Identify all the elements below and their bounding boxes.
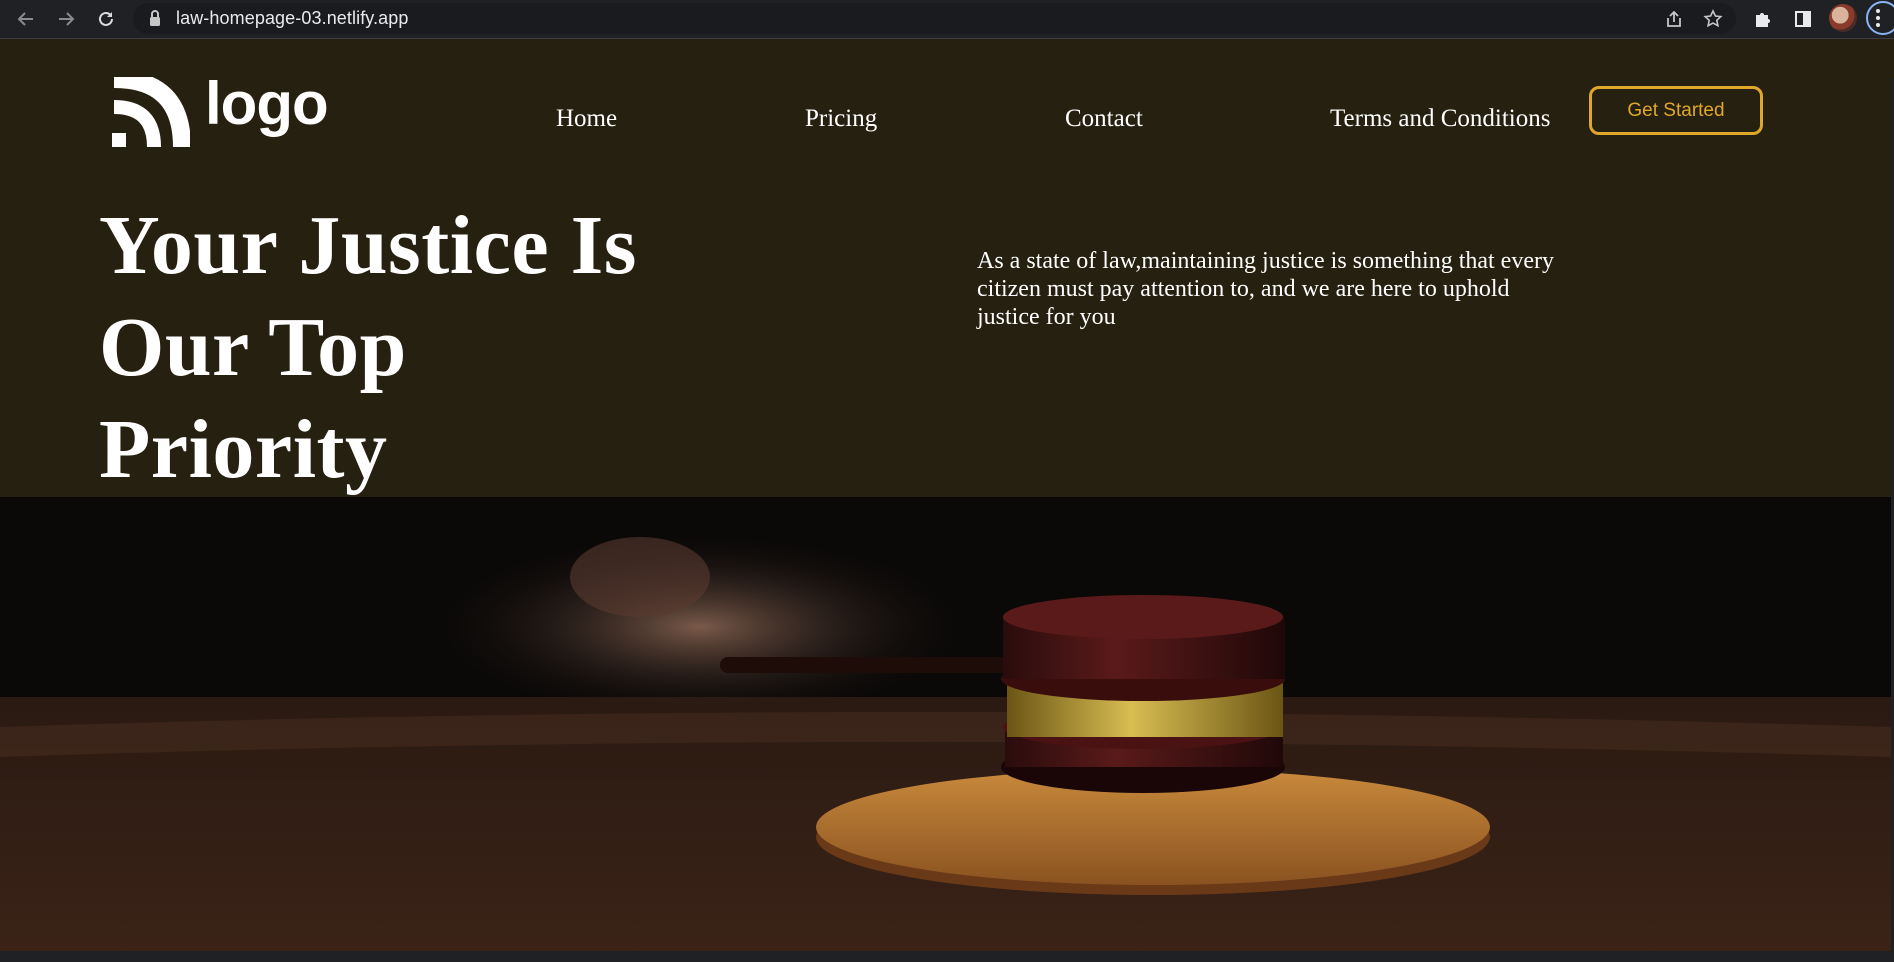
taskbar-edge (0, 951, 1894, 962)
signal-logo-icon (112, 77, 190, 148)
share-icon[interactable] (1659, 4, 1689, 34)
browser-toolbar: law-homepage-03.netlify.app (0, 0, 1894, 39)
site-logo[interactable]: logo (110, 70, 330, 153)
url-text[interactable]: law-homepage-03.netlify.app (176, 8, 409, 29)
bookmark-star-icon[interactable] (1698, 4, 1728, 34)
logo-text: logo (205, 70, 329, 137)
hero-description: As a state of law,maintaining justice is… (977, 248, 1554, 330)
get-started-button[interactable]: Get Started (1589, 86, 1763, 135)
profile-avatar[interactable] (1829, 4, 1857, 32)
forward-arrow-icon[interactable] (51, 4, 81, 34)
nav-pricing[interactable]: Pricing (805, 105, 877, 133)
site-header: logo Home Pricing Contact Terms and Cond… (0, 39, 1894, 497)
lock-icon[interactable] (148, 9, 162, 28)
side-panel-icon[interactable] (1788, 4, 1818, 34)
hero-title-line: Priority (99, 403, 388, 496)
reload-icon[interactable] (91, 4, 121, 34)
gavel-hero-image (0, 497, 1894, 962)
back-arrow-icon[interactable] (11, 4, 41, 34)
menu-focus-ring (1866, 1, 1894, 35)
menu-dots-icon[interactable] (1876, 9, 1880, 28)
hero-title-line: Your Justice Is (99, 199, 637, 292)
hero-title-line: Our Top (99, 301, 407, 394)
nav-home[interactable]: Home (556, 105, 617, 133)
hero-title: Your Justice Is Our Top Priority (99, 195, 699, 501)
extensions-puzzle-icon[interactable] (1748, 4, 1778, 34)
web-page: logo Home Pricing Contact Terms and Cond… (0, 39, 1894, 962)
nav-terms-and-conditions[interactable]: Terms and Conditions (1330, 105, 1550, 133)
nav-contact[interactable]: Contact (1065, 105, 1143, 133)
